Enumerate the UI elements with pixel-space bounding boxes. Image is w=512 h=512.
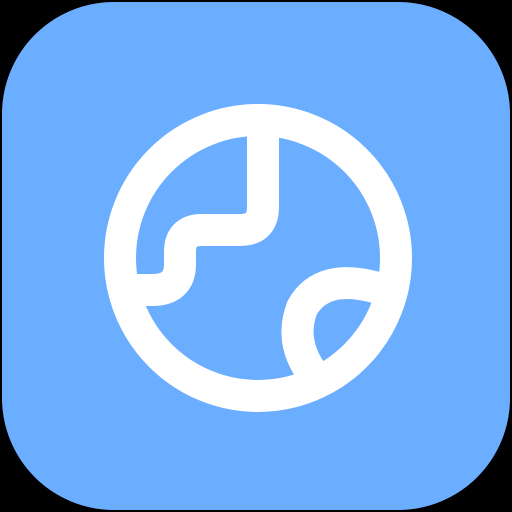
- icon-canvas: [0, 0, 512, 512]
- globe-icon: [104, 104, 412, 412]
- app-icon-tile[interactable]: [2, 2, 510, 510]
